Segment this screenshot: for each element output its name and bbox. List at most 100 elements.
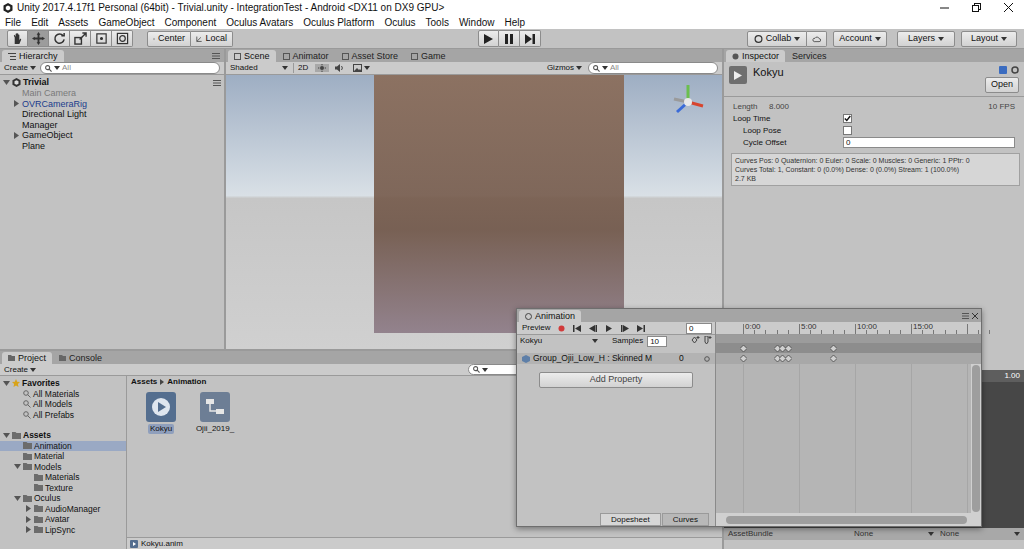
- tool-button[interactable]: [70, 30, 91, 47]
- panel-menu-icon[interactable]: [212, 53, 220, 59]
- breadcrumb-item[interactable]: Animation: [167, 377, 206, 387]
- effects-dropdown[interactable]: [350, 64, 373, 72]
- hierarchy-item[interactable]: Plane: [0, 141, 224, 152]
- tool-button[interactable]: [49, 30, 70, 47]
- hierarchy-item[interactable]: Main Camera: [0, 88, 224, 99]
- expanded-arrow-icon[interactable]: [3, 79, 10, 86]
- frame-field[interactable]: 0: [686, 323, 712, 334]
- 2d-toggle[interactable]: 2D: [293, 63, 312, 73]
- asset-tile[interactable]: Kokyu: [139, 392, 183, 434]
- samples-field[interactable]: 10: [647, 336, 667, 347]
- tool-button[interactable]: [7, 30, 28, 47]
- view-tab[interactable]: Curves: [662, 513, 709, 526]
- menu-item[interactable]: Component: [165, 16, 217, 29]
- prev-key-button[interactable]: [586, 325, 600, 332]
- panel-tab[interactable]: Animator: [277, 50, 335, 62]
- panel-tab[interactable]: Asset Store: [336, 50, 405, 62]
- panel-tab[interactable]: Project: [2, 352, 52, 364]
- expanded-arrow-icon[interactable]: [3, 380, 10, 387]
- create-dropdown[interactable]: Create: [4, 63, 36, 73]
- panel-tab[interactable]: Game: [405, 50, 452, 62]
- number-field[interactable]: 0: [843, 137, 1015, 148]
- hierarchy-item[interactable]: OVRCameraRig: [0, 99, 224, 110]
- create-dropdown[interactable]: Create: [4, 365, 36, 375]
- tree-item[interactable]: Favorites: [0, 378, 126, 389]
- property-track[interactable]: Group_Ojii_Low_H : Skinned M0: [517, 353, 715, 364]
- menu-item[interactable]: Oculus Platform: [303, 16, 374, 29]
- keyframe-icon[interactable]: [830, 355, 837, 362]
- expanded-arrow-icon[interactable]: [14, 463, 21, 470]
- asset-tile[interactable]: Ojii_2019_: [193, 392, 237, 434]
- tree-item[interactable]: All Models: [0, 399, 126, 410]
- tree-item[interactable]: Assets: [0, 430, 126, 441]
- add-keyframe-icon[interactable]: [691, 336, 700, 344]
- menu-item[interactable]: Edit: [31, 16, 48, 29]
- collapsed-arrow-icon[interactable]: [13, 100, 20, 107]
- panel-tab[interactable]: Console: [53, 352, 108, 364]
- collapsed-arrow-icon[interactable]: [25, 526, 32, 533]
- tool-button[interactable]: [91, 30, 112, 47]
- tool-button[interactable]: [112, 30, 133, 47]
- axis-gizmo-icon[interactable]: [669, 82, 707, 124]
- hierarchy-item[interactable]: GameObject: [0, 130, 224, 141]
- keyframe-icon[interactable]: [785, 345, 792, 352]
- first-key-button[interactable]: [570, 325, 584, 332]
- breadcrumb-item[interactable]: Assets: [131, 377, 157, 387]
- horizontal-scrollbar[interactable]: [716, 513, 981, 526]
- collapsed-arrow-icon[interactable]: [25, 516, 32, 523]
- tree-item[interactable]: Oculus: [0, 493, 126, 504]
- collapsed-arrow-icon[interactable]: [25, 505, 32, 512]
- tree-item[interactable]: LipSync: [0, 525, 126, 536]
- collab-button[interactable]: Collab: [747, 31, 807, 47]
- panel-menu-icon[interactable]: [962, 313, 969, 319]
- scene-row[interactable]: Trivial: [0, 77, 224, 88]
- asset-bundle-dropdown[interactable]: None: [854, 529, 934, 539]
- menu-item[interactable]: Oculus Avatars: [226, 16, 293, 29]
- panel-tab[interactable]: Services: [786, 50, 833, 62]
- keyframe-icon[interactable]: [785, 355, 792, 362]
- clip-dropdown[interactable]: Kokyu: [520, 336, 600, 346]
- tree-item[interactable]: Texture: [0, 483, 126, 494]
- checkbox[interactable]: [843, 114, 852, 123]
- tool-button[interactable]: [28, 30, 49, 47]
- last-key-button[interactable]: [634, 325, 648, 332]
- cloud-button[interactable]: [807, 31, 827, 47]
- maximize-button[interactable]: [960, 0, 992, 15]
- lighting-toggle[interactable]: [315, 64, 329, 72]
- tree-item[interactable]: All Materials: [0, 389, 126, 400]
- minimize-button[interactable]: [928, 0, 960, 15]
- asset-bundle-dropdown[interactable]: None: [940, 529, 1020, 539]
- shading-dropdown[interactable]: Shaded: [230, 63, 290, 73]
- menu-item[interactable]: Tools: [426, 16, 449, 29]
- add-event-icon[interactable]: [704, 336, 712, 344]
- open-button[interactable]: Open: [985, 77, 1019, 93]
- menu-item[interactable]: GameObject: [98, 16, 154, 29]
- tree-item[interactable]: Animation: [0, 441, 126, 452]
- pause-button[interactable]: [499, 30, 520, 47]
- close-icon[interactable]: [972, 313, 978, 319]
- vertical-scrollbar[interactable]: [971, 364, 981, 513]
- add-property-button[interactable]: Add Property: [539, 372, 693, 388]
- keyframe-icon[interactable]: [740, 355, 747, 362]
- collapsed-arrow-icon[interactable]: [13, 132, 20, 139]
- menu-item[interactable]: Oculus: [384, 16, 415, 29]
- step-button[interactable]: [520, 30, 541, 47]
- menu-item[interactable]: Assets: [58, 16, 88, 29]
- help-icon[interactable]: [999, 66, 1007, 74]
- tree-item[interactable]: Models: [0, 462, 126, 473]
- tree-item[interactable]: Avatar: [0, 514, 126, 525]
- expanded-arrow-icon[interactable]: [14, 495, 21, 502]
- scene-menu-icon[interactable]: [213, 80, 221, 86]
- search-field[interactable]: All: [40, 62, 220, 74]
- account-dropdown[interactable]: Account: [833, 31, 887, 47]
- panel-tab[interactable]: Scene: [228, 50, 276, 62]
- space-button[interactable]: Local: [191, 31, 233, 47]
- play-button[interactable]: [478, 30, 499, 47]
- record-button[interactable]: [554, 325, 568, 332]
- checkbox[interactable]: [843, 126, 852, 135]
- search-field[interactable]: All: [588, 62, 718, 74]
- layout-dropdown[interactable]: Layout: [961, 31, 1017, 47]
- close-button[interactable]: [992, 0, 1024, 15]
- pivot-button[interactable]: Center: [147, 31, 191, 47]
- audio-toggle[interactable]: [332, 64, 347, 72]
